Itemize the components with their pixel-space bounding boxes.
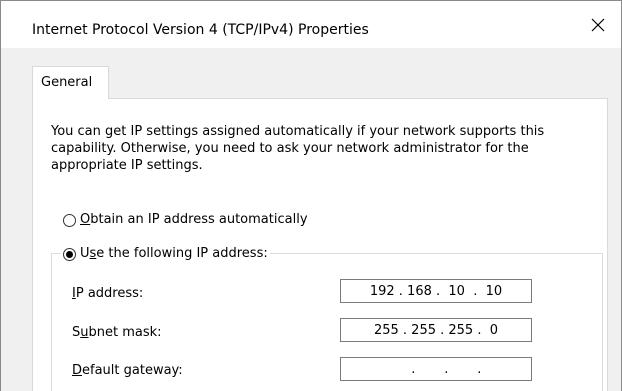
close-icon	[591, 18, 605, 31]
ip-address-input[interactable]: 192 . 168 . 10 . 10	[340, 279, 532, 303]
use-following-ip-radio[interactable]: Use the following IP address:	[63, 246, 268, 262]
subnet-mask-input[interactable]: 255 . 255 . 255 . 0	[340, 318, 532, 342]
radio-unchecked-icon	[63, 213, 76, 227]
title-bar: Internet Protocol Version 4 (TCP/IPv4) P…	[1, 1, 621, 48]
description-text: You can get IP settings assigned automat…	[51, 124, 545, 173]
obtain-ip-automatically-radio[interactable]: Obtain an IP address automatically	[63, 212, 308, 228]
default-gateway-label: Default gateway:	[72, 363, 183, 378]
ipv4-properties-dialog: Internet Protocol Version 4 (TCP/IPv4) P…	[0, 0, 622, 391]
use-following-ip-legend: Use the following IP address:	[61, 245, 270, 263]
use-following-ip-label: Use the following IP address:	[80, 246, 268, 261]
ip-address-label: IP address:	[72, 286, 144, 301]
tab-general-label: General	[41, 75, 93, 90]
tab-general[interactable]: General	[32, 66, 109, 99]
window-title: Internet Protocol Version 4 (TCP/IPv4) P…	[32, 22, 369, 38]
subnet-mask-label: Subnet mask:	[72, 325, 162, 340]
default-gateway-input[interactable]: . . .	[340, 357, 532, 381]
close-button[interactable]	[575, 1, 621, 48]
radio-checked-icon	[63, 247, 76, 261]
obtain-ip-automatically-label: Obtain an IP address automatically	[80, 212, 308, 227]
